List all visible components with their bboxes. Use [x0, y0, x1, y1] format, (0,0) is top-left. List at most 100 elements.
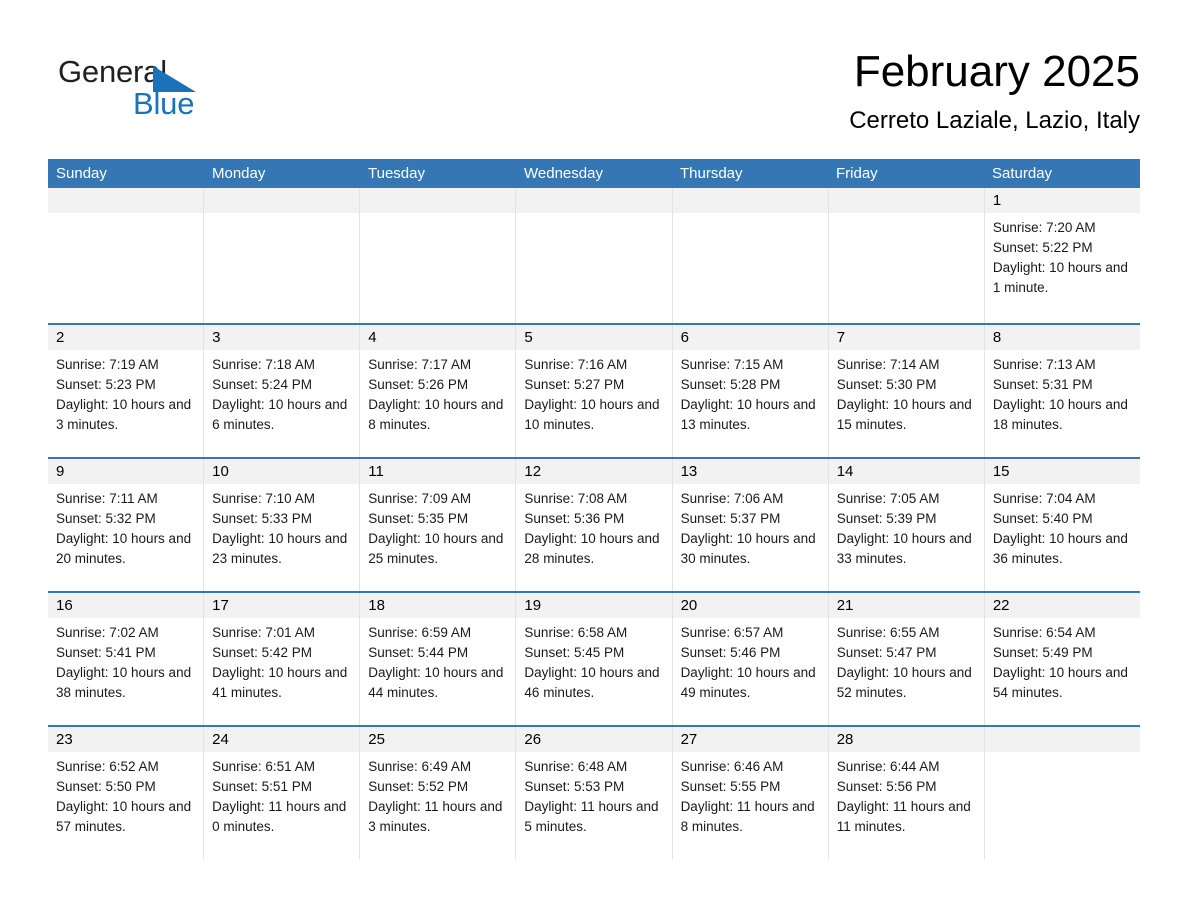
- day-details: Sunrise: 7:10 AM Sunset: 5:33 PM Daylight:…: [204, 484, 359, 569]
- day-number: 10: [212, 463, 229, 480]
- day-number: 8: [992, 329, 1002, 346]
- sunrise-text: Sunrise: 6:57 AM: [680, 625, 784, 640]
- daylight-text: Daylight: 10 hours and 30 minutes.: [680, 531, 816, 566]
- calendar-day-cell[interactable]: 26 Sunrise: 6:48 AM Sunset: 5:53 PM Dayligh…: [515, 727, 672, 859]
- sunset-text: Sunset: 5:50 PM: [56, 779, 156, 794]
- day-number-band: 6: [672, 325, 828, 350]
- calendar-day-cell[interactable]: 25 Sunrise: 6:49 AM Sunset: 5:52 PM Dayligh…: [359, 727, 516, 859]
- calendar-day-cell[interactable]: 20 Sunrise: 6:57 AM Sunset: 5:46 PM Dayligh…: [671, 593, 828, 725]
- daylight-text: Daylight: 10 hours and 8 minutes.: [368, 397, 504, 432]
- day-number-band: 19: [516, 593, 672, 618]
- day-number-band: 9: [48, 459, 204, 484]
- daylight-text: Daylight: 10 hours and 36 minutes.: [992, 531, 1128, 566]
- day-details: Sunrise: 7:13 AM Sunset: 5:31 PM Daylight:…: [985, 350, 1140, 435]
- day-details: Sunrise: 6:48 AM Sunset: 5:53 PM Daylight:…: [516, 752, 671, 837]
- calendar-day-cell[interactable]: 15 Sunrise: 7:04 AM Sunset: 5:40 PM Dayligh…: [983, 459, 1140, 591]
- calendar-day-cell[interactable]: 23 Sunrise: 6:52 AM Sunset: 5:50 PM Dayligh…: [48, 727, 204, 859]
- sunset-text: Sunset: 5:33 PM: [212, 511, 312, 526]
- sunrise-text: Sunrise: 6:59 AM: [368, 625, 472, 640]
- day-details: Sunrise: 6:46 AM Sunset: 5:55 PM Daylight:…: [673, 752, 828, 837]
- sunrise-text: Sunrise: 6:48 AM: [524, 759, 628, 774]
- day-number: 11: [368, 463, 384, 480]
- sunset-text: Sunset: 5:31 PM: [992, 377, 1093, 392]
- day-number-band: 15: [984, 459, 1140, 484]
- calendar-day-cell[interactable]: 7 Sunrise: 7:14 AM Sunset: 5:30 PM Daylight…: [827, 325, 984, 457]
- day-number-band: 1: [984, 188, 1140, 213]
- day-number-band: [48, 188, 204, 213]
- calendar-day-cell[interactable]: 13 Sunrise: 7:06 AM Sunset: 5:37 PM Dayligh…: [671, 459, 828, 591]
- day-number: 28: [836, 731, 854, 748]
- day-number-band: [672, 188, 828, 213]
- sunrise-text: Sunrise: 7:02 AM: [56, 625, 159, 640]
- day-number-band: 8: [984, 325, 1140, 350]
- calendar-day-cell[interactable]: 6 Sunrise: 7:15 AM Sunset: 5:28 PM Daylight…: [671, 325, 828, 457]
- sunrise-text: Sunrise: 6:52 AM: [56, 759, 159, 774]
- calendar-day-cell[interactable]: 5 Sunrise: 7:16 AM Sunset: 5:27 PM Daylight…: [515, 325, 672, 457]
- day-details: Sunrise: 6:54 AM Sunset: 5:49 PM Daylight:…: [985, 618, 1140, 703]
- day-number-band: 14: [828, 459, 984, 484]
- day-number: 14: [836, 463, 854, 480]
- calendar-day-cell[interactable]: 16 Sunrise: 7:02 AM Sunset: 5:41 PM Dayligh…: [48, 593, 204, 725]
- daylight-text: Daylight: 10 hours and 18 minutes.: [992, 397, 1128, 432]
- day-number-band: [516, 188, 672, 213]
- calendar-day-cell[interactable]: 10 Sunrise: 7:10 AM Sunset: 5:33 PM Dayligh…: [203, 459, 360, 591]
- calendar-week-row: 9 Sunrise: 7:11 AM Sunset: 5:32 PM Daylight…: [48, 457, 1140, 591]
- day-number-band: [204, 188, 360, 213]
- daylight-text: Daylight: 10 hours and 52 minutes.: [836, 665, 972, 700]
- calendar-day-cell[interactable]: 28 Sunrise: 6:44 AM Sunset: 5:56 PM Dayligh…: [827, 727, 984, 859]
- calendar-day-cell-empty: [827, 188, 984, 323]
- sunset-text: Sunset: 5:52 PM: [368, 779, 469, 794]
- sunrise-text: Sunrise: 7:04 AM: [992, 491, 1096, 506]
- day-details: Sunrise: 6:55 AM Sunset: 5:47 PM Daylight:…: [829, 618, 984, 703]
- day-number: 4: [368, 329, 377, 346]
- weekday-header-saturday: Saturday: [992, 165, 1053, 182]
- sunset-text: Sunset: 5:47 PM: [836, 645, 937, 660]
- day-details: Sunrise: 7:19 AM Sunset: 5:23 PM Daylight:…: [48, 350, 203, 435]
- day-number: 9: [56, 463, 65, 480]
- day-number: 2: [56, 329, 65, 346]
- calendar-day-cell[interactable]: 17 Sunrise: 7:01 AM Sunset: 5:42 PM Dayligh…: [203, 593, 360, 725]
- day-number-band: 5: [516, 325, 672, 350]
- page-header: General Blue February 2025 Cerreto Lazia…: [48, 46, 1140, 150]
- calendar-day-cell[interactable]: 8 Sunrise: 7:13 AM Sunset: 5:31 PM Daylight…: [983, 325, 1140, 457]
- calendar-day-cell[interactable]: 18 Sunrise: 6:59 AM Sunset: 5:44 PM Dayligh…: [359, 593, 516, 725]
- calendar-day-cell[interactable]: 21 Sunrise: 6:55 AM Sunset: 5:47 PM Dayligh…: [827, 593, 984, 725]
- calendar-week-row: 23 Sunrise: 6:52 AM Sunset: 5:50 PM Dayligh…: [48, 725, 1140, 859]
- sunset-text: Sunset: 5:46 PM: [680, 645, 781, 660]
- daylight-text: Daylight: 10 hours and 25 minutes.: [368, 531, 504, 566]
- day-details: Sunrise: 6:52 AM Sunset: 5:50 PM Daylight:…: [48, 752, 203, 837]
- calendar-day-cell[interactable]: 19 Sunrise: 6:58 AM Sunset: 5:45 PM Dayligh…: [515, 593, 672, 725]
- sunset-text: Sunset: 5:55 PM: [680, 779, 781, 794]
- calendar-day-cell[interactable]: 14 Sunrise: 7:05 AM Sunset: 5:39 PM Dayligh…: [827, 459, 984, 591]
- day-number: 15: [992, 463, 1010, 480]
- day-number: 19: [524, 597, 542, 614]
- brand-logo[interactable]: General Blue: [58, 54, 258, 134]
- sunset-text: Sunset: 5:56 PM: [836, 779, 937, 794]
- calendar-day-cell[interactable]: 3 Sunrise: 7:18 AM Sunset: 5:24 PM Daylight…: [203, 325, 360, 457]
- calendar-day-cell[interactable]: 12 Sunrise: 7:08 AM Sunset: 5:36 PM Dayligh…: [515, 459, 672, 591]
- sunrise-text: Sunrise: 7:19 AM: [56, 357, 159, 372]
- sunset-text: Sunset: 5:40 PM: [992, 511, 1093, 526]
- day-number: 24: [212, 731, 229, 748]
- calendar-day-cell[interactable]: 11 Sunrise: 7:09 AM Sunset: 5:35 PM Dayligh…: [359, 459, 516, 591]
- calendar-day-cell[interactable]: 4 Sunrise: 7:17 AM Sunset: 5:26 PM Daylight…: [359, 325, 516, 457]
- calendar-day-cell[interactable]: 22 Sunrise: 6:54 AM Sunset: 5:49 PM Dayligh…: [983, 593, 1140, 725]
- calendar-weeks: 1 Sunrise: 7:20 AM Sunset: 5:22 PM Daylight…: [48, 188, 1140, 859]
- day-number: 16: [56, 597, 73, 614]
- day-details: Sunrise: 7:16 AM Sunset: 5:27 PM Daylight:…: [516, 350, 671, 435]
- calendar-day-cell[interactable]: 1 Sunrise: 7:20 AM Sunset: 5:22 PM Daylight…: [983, 188, 1140, 323]
- day-number-band: 26: [516, 727, 672, 752]
- sunset-text: Sunset: 5:30 PM: [836, 377, 937, 392]
- calendar-day-cell[interactable]: 2 Sunrise: 7:19 AM Sunset: 5:23 PM Daylight…: [48, 325, 204, 457]
- day-details: Sunrise: 6:58 AM Sunset: 5:45 PM Daylight:…: [516, 618, 671, 703]
- daylight-text: Daylight: 10 hours and 1 minute.: [992, 260, 1128, 295]
- calendar-day-cell[interactable]: 24 Sunrise: 6:51 AM Sunset: 5:51 PM Dayligh…: [203, 727, 360, 859]
- sunrise-text: Sunrise: 7:06 AM: [680, 491, 784, 506]
- sunset-text: Sunset: 5:35 PM: [368, 511, 469, 526]
- calendar-day-cell[interactable]: 27 Sunrise: 6:46 AM Sunset: 5:55 PM Dayligh…: [671, 727, 828, 859]
- day-number-band: 20: [672, 593, 828, 618]
- sunset-text: Sunset: 5:37 PM: [680, 511, 781, 526]
- day-details: Sunrise: 7:11 AM Sunset: 5:32 PM Daylight:…: [48, 484, 203, 569]
- sunset-text: Sunset: 5:49 PM: [992, 645, 1093, 660]
- calendar-day-cell[interactable]: 9 Sunrise: 7:11 AM Sunset: 5:32 PM Daylight…: [48, 459, 204, 591]
